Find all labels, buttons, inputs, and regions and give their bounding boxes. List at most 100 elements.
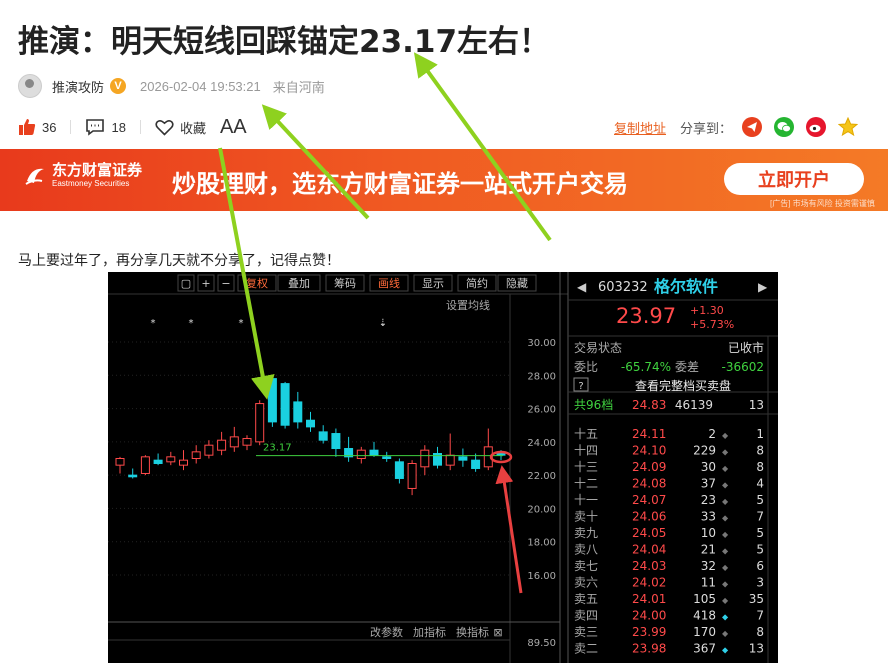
comment-icon [86,119,105,136]
telegram-icon[interactable] [742,117,763,137]
book-row-level: 卖三 [574,625,598,639]
share-label: 分享到： [680,120,733,136]
toolbar-button-label: 隐藏 [506,277,528,290]
candle-body [267,378,277,423]
book-row-qty: 418 [693,609,716,623]
ad-banner[interactable]: 东方财富证券 Eastmoney Securities 炒股理财，选东方财富证券… [0,149,888,211]
book-row-qty: 2 [708,427,716,441]
toolbar-button-label: − [221,277,230,290]
book-row-level: 卖九 [574,526,598,540]
price-change-pct: +5.73% [690,318,734,331]
y-tick-label: 24.00 [527,438,556,449]
brand-name-cn: 东方财富证券 [52,162,143,179]
wechat-icon[interactable] [774,117,795,137]
full-order-book-link[interactable]: 查看完整档买卖盘 [635,378,731,393]
favorite-button[interactable]: 收藏 [155,118,206,137]
book-row-level: 十一 [574,493,598,507]
trade-status-label: 交易状态 [574,340,622,355]
y-tick-label: 20.00 [527,504,556,515]
author-name[interactable]: 推演攻防 [52,77,104,96]
book-row-price: 24.11 [632,427,666,441]
indicator-button[interactable]: 换指标 [456,625,489,639]
book-row-marker-icon: ◆ [722,497,729,506]
toolbar-button-label: 画线 [378,276,400,290]
book-summary-count: 13 [749,398,764,412]
book-row-count: 7 [756,510,764,524]
prev-stock-icon: ◀ [577,280,587,294]
font-size-button[interactable]: AA [220,116,247,139]
book-row-count: 5 [756,493,764,507]
candle-body [471,459,481,469]
book-row-marker-icon: ◆ [722,547,729,556]
candle-body [356,449,366,460]
book-row-price: 24.10 [632,444,666,458]
book-row-count: 35 [749,592,764,606]
next-stock-icon: ▶ [758,280,768,294]
event-marker-icon: * [151,318,156,329]
book-row-marker-icon: ◆ [722,464,729,473]
stock-code: 603232 [598,280,648,295]
book-row-marker-icon: ◆ [722,646,729,655]
share-bar: 复制地址 分享到： [614,116,870,138]
candle-body [407,462,417,489]
book-row-count: 6 [756,559,764,573]
heart-icon [155,119,174,136]
toolbar-button-label: + [201,277,210,290]
candle-body [166,456,176,463]
candle-body [458,456,468,461]
book-row-qty: 10 [701,526,716,540]
reference-line-label: 23.17 [263,443,292,454]
weibo-icon[interactable] [806,117,827,137]
copy-link-button[interactable]: 复制地址 [614,118,666,137]
like-button[interactable]: 36 [18,118,56,136]
indicator-button[interactable]: 改参数 [370,625,403,639]
candle-body [229,436,239,448]
candle-body [331,433,341,450]
book-row-marker-icon: ◆ [722,431,729,440]
book-row-marker-icon: ◆ [722,563,729,572]
book-row-level: 卖五 [574,592,598,606]
star-icon[interactable] [838,117,859,137]
toolbar-button-label: ▢ [181,277,191,290]
publish-location: 来自河南 [272,79,325,95]
book-row-count: 8 [756,460,764,474]
y-tick-label: 26.00 [527,405,556,416]
book-row-count: 1 [756,427,764,441]
book-row-count: 5 [756,543,764,557]
candle-body [255,403,265,443]
candle-body [140,456,150,474]
stock-chart: ▢ + − 复权 叠加 筹码 画线 显示 简约 隐藏设置均线 * * * ⇣ 23.17 30.0028… [108,272,778,663]
indicator-button[interactable]: 加指标 [413,625,446,639]
candle-body [445,454,455,466]
book-row-qty: 37 [701,477,716,491]
order-diff-value: -36602 [721,360,764,374]
event-marker-icon: * [239,318,244,329]
book-row-level: 卖四 [574,609,598,623]
candle-body [217,439,227,451]
book-row-marker-icon: ◆ [722,613,729,622]
candle-body [394,461,404,479]
candle-body [191,451,201,459]
publish-timestamp: 2026-02-04 19:53:21 [140,78,261,94]
candle-body [204,444,214,456]
toolbar-button-label: 叠加 [288,277,310,290]
book-row-level: 十四 [574,444,598,458]
settings-ma-label: 设置均线 [446,298,490,312]
banner-slogan: 炒股理财，选东方财富证券一站式开户交易 [172,171,628,198]
stock-name: 格尔软件 [654,277,718,296]
book-row-level: 十三 [574,460,598,474]
trade-status-value: 已收市 [728,340,764,355]
book-row-level: 十二 [574,477,598,491]
book-row-price: 24.02 [632,576,666,590]
author-avatar[interactable] [18,74,42,98]
y-tick-label: 28.00 [527,371,556,382]
book-row-level: 卖十 [574,510,598,524]
help-icon: ? [578,381,583,392]
comment-button[interactable]: 18 [85,118,126,136]
book-row-level: 卖二 [574,642,598,656]
order-ratio-label: 委比 [574,360,598,374]
toolbar-button-label: 显示 [422,277,444,290]
article-title: 推演：明天短线回踩锚定23.17左右！ [18,24,551,60]
open-account-button[interactable]: 立即开户 [724,163,864,195]
candle-body [115,458,125,466]
